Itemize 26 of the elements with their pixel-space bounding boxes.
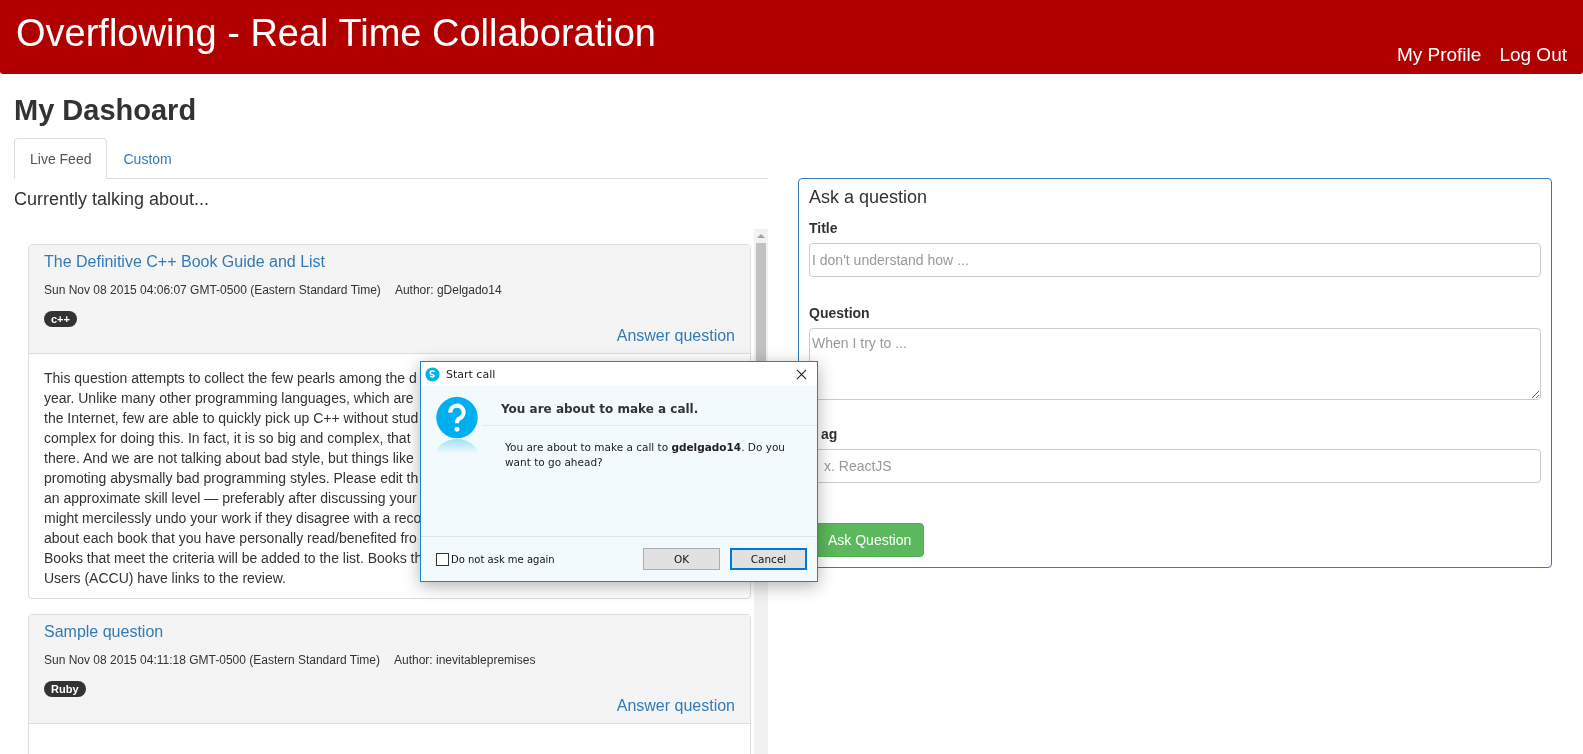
question-text-line: Users (ACCU) have links to the review.: [44, 569, 286, 588]
page-title: My Dashoard: [14, 94, 198, 128]
question-text-line: might mercilessly undo your work if they disagree with a reco: [44, 509, 422, 528]
field-label: Title: [809, 220, 838, 236]
dialog-title: Start call: [446, 367, 497, 381]
question-date: Sun Nov 08 2015 04:06:07 GMT-0500 (Eastern Standard Time): [44, 283, 381, 297]
field-label: ag: [821, 426, 838, 442]
question-text-line: complex for doing this. In fact, it is so big and complex, that: [44, 429, 411, 448]
question-text-line: there. And we are not talking about bad style, but things like: [44, 449, 414, 468]
question-text-line: year. Unlike many other programming languages, which are: [44, 389, 414, 408]
dialog-heading: You are about to make a call.: [482, 393, 817, 426]
tag-label: Ruby: [44, 681, 86, 697]
dialog-message: You are about to make a call to gdelgado14. Do you want to go ahead?: [504, 440, 786, 470]
question-text-line: This question attempts to collect the few pearls among the d: [44, 369, 417, 388]
question-author: Author: gDelgado14: [394, 283, 502, 297]
checkbox-label: Do not ask me again: [451, 553, 555, 565]
field-label: Question: [809, 305, 870, 321]
question-date: Sun Nov 08 2015 04:11:18 GMT-0500 (Eastern Standard Time): [44, 653, 380, 667]
feed-heading: Currently talking about...: [14, 189, 211, 211]
question-text-line: promoting abysmally bad programming styles. Please edit th: [44, 469, 419, 488]
tag-label: c++: [44, 311, 77, 327]
question-text-line: the Internet, few are able to quickly pick up C++ without stud: [44, 409, 419, 428]
question-text-line: about each book that you have personally read/benefited fro: [44, 529, 417, 548]
panel-heading: Ask a question: [809, 187, 929, 208]
question-text-line: an approximate skill level — preferably after discussing your: [44, 489, 417, 508]
question-author: Author: inevitablepremises: [394, 653, 536, 667]
